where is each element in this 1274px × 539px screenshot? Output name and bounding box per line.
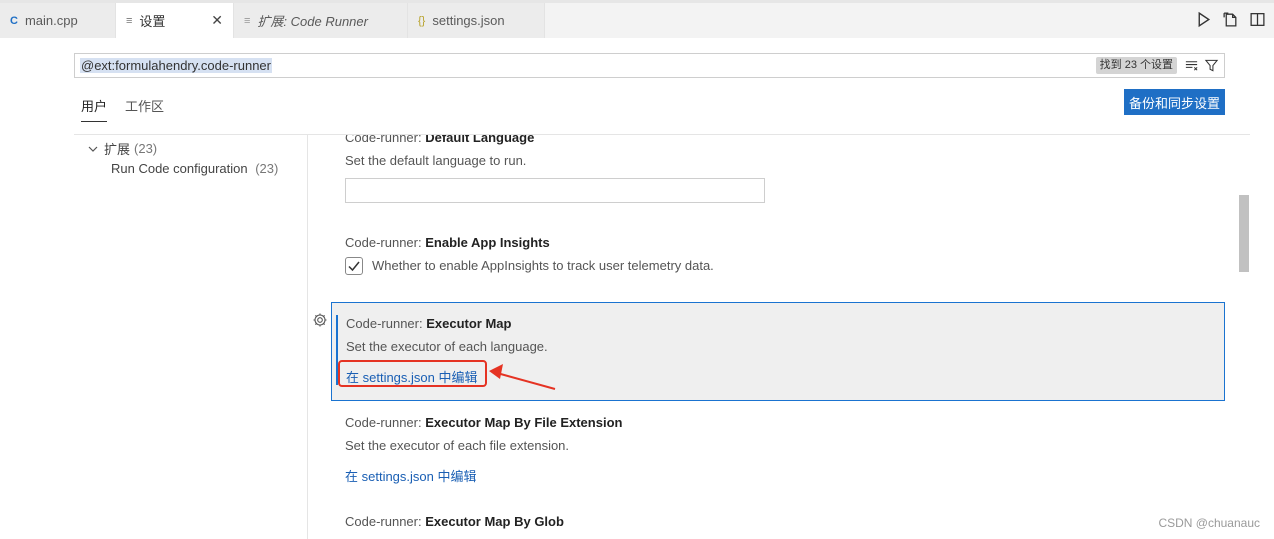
- settings-list: Code-runner: Default Language Set the de…: [309, 135, 1239, 539]
- enable-app-insights-checkbox[interactable]: [345, 257, 363, 275]
- json-braces-icon: {}: [418, 14, 426, 27]
- toc-item-run-code-configuration[interactable]: Run Code configuration (23): [111, 161, 278, 176]
- settings-toc: 扩展 (23) Run Code configuration (23): [74, 135, 308, 539]
- tab-label: 设置: [139, 14, 166, 29]
- settings-file-icon: ≡: [126, 14, 133, 27]
- editor-tab-bar: C main.cpp ≡ 设置 ✕ ≡ 扩展: Code Runner {} s…: [0, 0, 1274, 38]
- tab-label: main.cpp: [24, 13, 78, 28]
- split-editor-icon[interactable]: [1249, 11, 1266, 28]
- setting-description: Set the default language to run.: [345, 153, 527, 168]
- tab-user[interactable]: 用户: [81, 96, 108, 122]
- setting-title: Code-runner: Executor Map By File Extens…: [345, 415, 623, 430]
- tab-label: 扩展: Code Runner: [257, 14, 368, 29]
- setting-executor-map-by-glob: Code-runner: Executor Map By Glob: [331, 500, 1225, 539]
- default-language-input[interactable]: [345, 178, 765, 203]
- annotation-highlight-box: [338, 360, 487, 387]
- edit-in-settings-json-link[interactable]: 在 settings.json 中编辑: [345, 466, 477, 485]
- toc-group-label: 扩展: [104, 142, 131, 157]
- toc-item-count: (23): [255, 161, 279, 176]
- backup-and-sync-button[interactable]: 备份和同步设置: [1124, 89, 1225, 115]
- c-plus-plus-icon: C: [10, 14, 18, 27]
- toc-group-extensions[interactable]: 扩展 (23): [88, 139, 157, 158]
- setting-title: Code-runner: Enable App Insights: [345, 235, 550, 250]
- setting-description: Set the executor of each language.: [346, 339, 548, 354]
- tab-settings[interactable]: ≡ 设置 ✕: [116, 3, 234, 38]
- toc-item-label: Run Code configuration: [111, 161, 248, 176]
- editor-actions: [1195, 11, 1266, 28]
- setting-executor-map[interactable]: Code-runner: Executor Map Set the execut…: [331, 302, 1225, 401]
- setting-enable-app-insights: Code-runner: Enable App Insights Whether…: [331, 228, 1225, 288]
- setting-title: Code-runner: Executor Map: [346, 316, 512, 331]
- tab-workspace[interactable]: 工作区: [125, 96, 164, 122]
- setting-title: Code-runner: Default Language: [345, 135, 535, 145]
- clear-filter-icon[interactable]: [1184, 58, 1199, 73]
- setting-executor-map-by-file-extension: Code-runner: Executor Map By File Extens…: [331, 401, 1225, 499]
- tab-extension-code-runner[interactable]: ≡ 扩展: Code Runner: [234, 3, 408, 38]
- filter-icon[interactable]: [1204, 58, 1219, 73]
- settings-search-input[interactable]: @ext:formulahendry.code-runner 找到 23 个设置: [74, 53, 1225, 78]
- settings-scrollbar[interactable]: [1239, 195, 1249, 272]
- open-settings-json-icon[interactable]: [1222, 11, 1239, 28]
- extension-icon: ≡: [244, 14, 251, 27]
- tab-main-cpp[interactable]: C main.cpp: [0, 3, 116, 38]
- setting-default-language: Code-runner: Default Language Set the de…: [331, 135, 1225, 215]
- setting-description: Whether to enable AppInsights to track u…: [372, 258, 714, 273]
- setting-title: Code-runner: Executor Map By Glob: [345, 514, 564, 529]
- gear-icon[interactable]: [312, 312, 328, 328]
- settings-scope-tabs: 用户 工作区: [81, 96, 164, 122]
- tab-settings-json[interactable]: {} settings.json: [408, 3, 545, 38]
- watermark: CSDN @chuanauc: [1158, 516, 1260, 530]
- chevron-down-icon: [88, 146, 98, 152]
- tab-label: settings.json: [432, 13, 505, 28]
- setting-description: Set the executor of each file extension.: [345, 438, 570, 453]
- search-query: @ext:formulahendry.code-runner: [80, 58, 272, 73]
- toc-group-count: (23): [134, 141, 158, 156]
- result-count-badge: 找到 23 个设置: [1095, 57, 1177, 74]
- annotation-arrow-icon: [489, 364, 556, 390]
- run-icon[interactable]: [1195, 11, 1212, 28]
- checkmark-icon: [348, 261, 360, 272]
- close-icon[interactable]: ✕: [211, 12, 223, 29]
